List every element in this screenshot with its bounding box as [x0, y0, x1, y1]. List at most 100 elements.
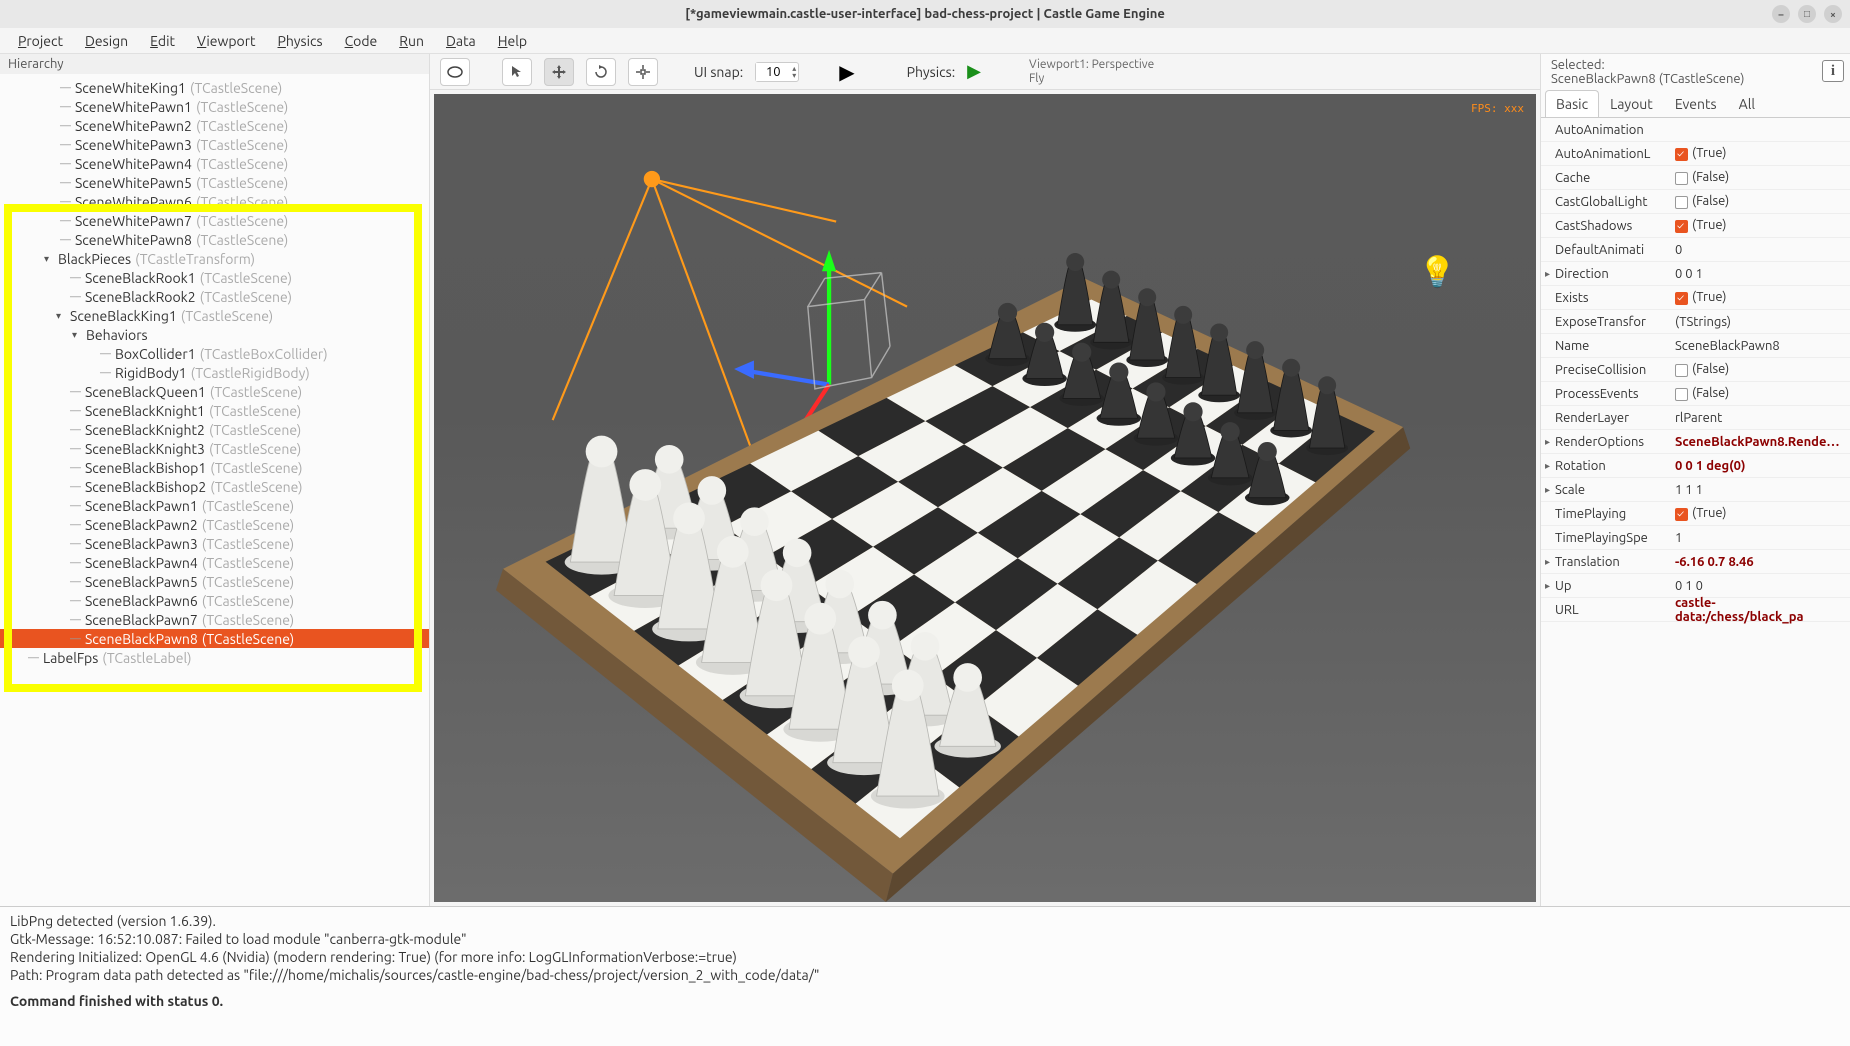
prop-CastGlobalLight[interactable]: CastGlobalLight(False): [1541, 190, 1850, 214]
prop-ExposeTransfor[interactable]: ExposeTransfor(TStrings): [1541, 310, 1850, 334]
tree-node-SceneBlackPawn8[interactable]: —SceneBlackPawn8(TCastleScene): [0, 629, 429, 648]
prop-Cache[interactable]: Cache(False): [1541, 166, 1850, 190]
menu-run[interactable]: Run: [389, 30, 434, 52]
property-grid[interactable]: AutoAnimationAutoAnimationL(True)Cache(F…: [1541, 118, 1850, 906]
checkbox-icon[interactable]: [1675, 292, 1688, 305]
ui-snap-input[interactable]: [756, 63, 790, 81]
tab-all[interactable]: All: [1728, 90, 1766, 117]
tree-node-SceneBlackPawn4[interactable]: —SceneBlackPawn4(TCastleScene): [0, 553, 429, 572]
checkbox-icon[interactable]: [1675, 172, 1688, 185]
menu-code[interactable]: Code: [335, 30, 388, 52]
menu-project[interactable]: Project: [8, 30, 73, 52]
prop-Exists[interactable]: Exists(True): [1541, 286, 1850, 310]
tree-node-SceneBlackPawn7[interactable]: —SceneBlackPawn7(TCastleScene): [0, 610, 429, 629]
tree-node-SceneWhitePawn1[interactable]: —SceneWhitePawn1(TCastleScene): [0, 97, 429, 116]
tree-node-SceneBlackBishop1[interactable]: —SceneBlackBishop1(TCastleScene): [0, 458, 429, 477]
output-console[interactable]: LibPng detected (version 1.6.39).Gtk-Mes…: [0, 906, 1850, 1046]
checkbox-icon[interactable]: [1675, 388, 1688, 401]
tab-layout[interactable]: Layout: [1599, 90, 1664, 117]
close-button[interactable]: ×: [1824, 5, 1842, 23]
ui-snap-stepper[interactable]: ▴▾: [755, 62, 799, 82]
tree-node-Behaviors[interactable]: ▾Behaviors: [0, 325, 429, 344]
prop-Direction[interactable]: ▸Direction0 0 1: [1541, 262, 1850, 286]
tree-node-SceneBlackRook1[interactable]: —SceneBlackRook1(TCastleScene): [0, 268, 429, 287]
tree-node-SceneBlackKing1[interactable]: ▾SceneBlackKing1(TCastleScene): [0, 306, 429, 325]
prop-Name[interactable]: NameSceneBlackPawn8: [1541, 334, 1850, 358]
tree-node-SceneBlackPawn5[interactable]: —SceneBlackPawn5(TCastleScene): [0, 572, 429, 591]
select-tool-button[interactable]: [502, 58, 532, 86]
tree-node-SceneBlackBishop2[interactable]: —SceneBlackBishop2(TCastleScene): [0, 477, 429, 496]
tab-events[interactable]: Events: [1664, 90, 1728, 117]
checkbox-icon[interactable]: [1675, 508, 1688, 521]
prop-TimePlayingSpe[interactable]: TimePlayingSpe1: [1541, 526, 1850, 550]
console-line: Path: Program data path detected as "fil…: [10, 967, 1840, 983]
tree-node-BoxCollider1[interactable]: —BoxCollider1(TCastleBoxCollider): [0, 344, 429, 363]
menu-help[interactable]: Help: [488, 30, 537, 52]
chevron-down-icon[interactable]: ▾: [792, 72, 796, 79]
prop-URL[interactable]: URLcastle-data:/chess/black_pa: [1541, 598, 1850, 622]
tree-node-SceneBlackKnight2[interactable]: —SceneBlackKnight2(TCastleScene): [0, 420, 429, 439]
rotate-tool-button[interactable]: [586, 58, 616, 86]
menu-edit[interactable]: Edit: [140, 30, 185, 52]
info-button[interactable]: i: [1822, 60, 1844, 82]
hierarchy-tree[interactable]: —SceneWhiteKing1(TCastleScene)—SceneWhit…: [0, 74, 429, 906]
tree-node-LabelFps[interactable]: —LabelFps(TCastleLabel): [0, 648, 429, 667]
tree-node-SceneWhitePawn5[interactable]: —SceneWhitePawn5(TCastleScene): [0, 173, 429, 192]
tab-basic[interactable]: Basic: [1545, 90, 1599, 117]
tree-node-SceneWhitePawn8[interactable]: —SceneWhitePawn8(TCastleScene): [0, 230, 429, 249]
checkbox-icon[interactable]: [1675, 220, 1688, 233]
menu-data[interactable]: Data: [436, 30, 486, 52]
tree-node-SceneBlackRook2[interactable]: —SceneBlackRook2(TCastleScene): [0, 287, 429, 306]
prop-Translation[interactable]: ▸Translation-6.16 0.7 8.46: [1541, 550, 1850, 574]
tree-node-BlackPieces[interactable]: ▾BlackPieces(TCastleTransform): [0, 249, 429, 268]
menu-design[interactable]: Design: [75, 30, 138, 52]
tree-node-RigidBody1[interactable]: —RigidBody1(TCastleRigidBody): [0, 363, 429, 382]
tree-node-SceneBlackKnight3[interactable]: —SceneBlackKnight3(TCastleScene): [0, 439, 429, 458]
tree-node-SceneBlackPawn3[interactable]: —SceneBlackPawn3(TCastleScene): [0, 534, 429, 553]
prop-AutoAnimation[interactable]: AutoAnimation: [1541, 118, 1850, 142]
prop-CastShadows[interactable]: CastShadows(True): [1541, 214, 1850, 238]
expander-icon[interactable]: ▾: [44, 253, 54, 265]
anchor-tool-button[interactable]: [440, 58, 470, 86]
expander-icon[interactable]: ▾: [56, 310, 66, 322]
prop-PreciseCollision[interactable]: PreciseCollision(False): [1541, 358, 1850, 382]
tree-node-SceneBlackPawn1[interactable]: —SceneBlackPawn1(TCastleScene): [0, 496, 429, 515]
prop-RenderLayer[interactable]: RenderLayerrlParent: [1541, 406, 1850, 430]
prop-Rotation[interactable]: ▸Rotation0 0 1 deg(0): [1541, 454, 1850, 478]
tree-node-SceneWhitePawn7[interactable]: —SceneWhitePawn7(TCastleScene): [0, 211, 429, 230]
physics-play-button[interactable]: ▶: [967, 61, 981, 82]
expander-icon[interactable]: ▾: [72, 329, 82, 341]
prop-Up[interactable]: ▸Up0 1 0: [1541, 574, 1850, 598]
console-line: Rendering Initialized: OpenGL 4.6 (Nvidi…: [10, 949, 1840, 965]
menu-physics[interactable]: Physics: [268, 30, 333, 52]
move-tool-button[interactable]: [544, 58, 574, 86]
play-button[interactable]: ▶: [839, 60, 854, 84]
viewport-nav-info: Viewport1: Perspective Fly: [1029, 58, 1154, 86]
checkbox-icon[interactable]: [1675, 196, 1688, 209]
viewport-3d[interactable]: FPS: xxx 💡: [434, 94, 1536, 902]
tree-node-SceneWhitePawn3[interactable]: —SceneWhitePawn3(TCastleScene): [0, 135, 429, 154]
menu-viewport[interactable]: Viewport: [187, 30, 266, 52]
scale-tool-button[interactable]: [628, 58, 658, 86]
prop-Scale[interactable]: ▸Scale1 1 1: [1541, 478, 1850, 502]
tree-node-SceneWhitePawn2[interactable]: —SceneWhitePawn2(TCastleScene): [0, 116, 429, 135]
prop-TimePlaying[interactable]: TimePlaying(True): [1541, 502, 1850, 526]
tree-node-SceneBlackPawn6[interactable]: —SceneBlackPawn6(TCastleScene): [0, 591, 429, 610]
hierarchy-panel: Hierarchy —SceneWhiteKing1(TCastleScene)…: [0, 54, 430, 906]
tree-node-SceneBlackPawn2[interactable]: —SceneBlackPawn2(TCastleScene): [0, 515, 429, 534]
tree-node-SceneBlackKnight1[interactable]: —SceneBlackKnight1(TCastleScene): [0, 401, 429, 420]
prop-AutoAnimationL[interactable]: AutoAnimationL(True): [1541, 142, 1850, 166]
tree-node-SceneWhiteKing1[interactable]: —SceneWhiteKing1(TCastleScene): [0, 78, 429, 97]
tree-node-SceneWhitePawn6[interactable]: —SceneWhitePawn6(TCastleScene): [0, 192, 429, 211]
checkbox-icon[interactable]: [1675, 148, 1688, 161]
tree-node-SceneWhitePawn4[interactable]: —SceneWhitePawn4(TCastleScene): [0, 154, 429, 173]
selected-label: Selected:: [1551, 58, 1840, 72]
tree-node-SceneBlackQueen1[interactable]: —SceneBlackQueen1(TCastleScene): [0, 382, 429, 401]
ui-snap-label: UI snap:: [694, 64, 743, 80]
maximize-button[interactable]: □: [1798, 5, 1816, 23]
minimize-button[interactable]: –: [1772, 5, 1790, 23]
checkbox-icon[interactable]: [1675, 364, 1688, 377]
prop-ProcessEvents[interactable]: ProcessEvents(False): [1541, 382, 1850, 406]
prop-RenderOptions[interactable]: ▸RenderOptionsSceneBlackPawn8.RenderO: [1541, 430, 1850, 454]
prop-DefaultAnimati[interactable]: DefaultAnimati0: [1541, 238, 1850, 262]
